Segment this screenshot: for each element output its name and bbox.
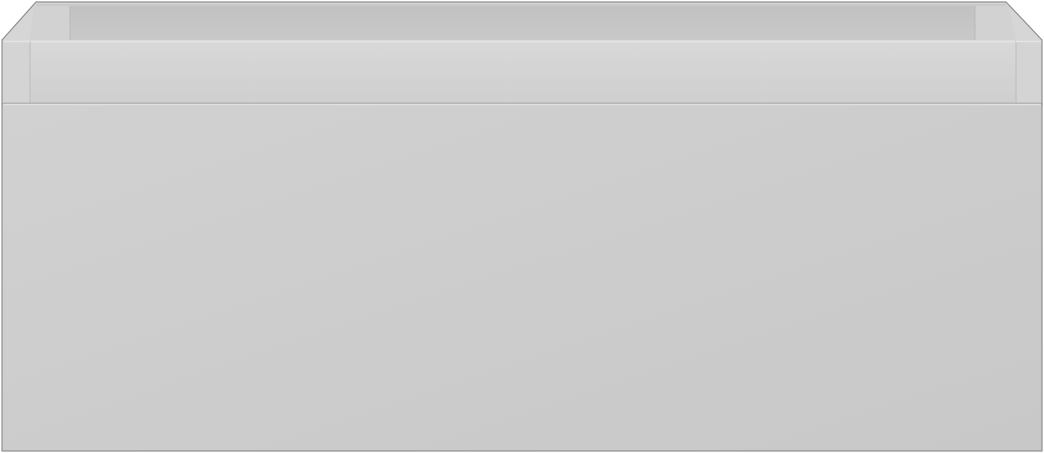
drawer-left-post — [3, 41, 30, 104]
drawer-top-rail — [30, 41, 1016, 103]
drawer-inner-right-wall — [975, 6, 1016, 40]
drawer-inner-back-wall — [70, 6, 975, 40]
drawer-unit-scene — [0, 0, 1044, 453]
drawer-right-post — [1016, 41, 1041, 104]
drawer-front-panel[interactable] — [1, 103, 1043, 452]
drawer-inner-left-wall — [30, 6, 70, 40]
drawer-unit-render — [1, 1, 1043, 452]
